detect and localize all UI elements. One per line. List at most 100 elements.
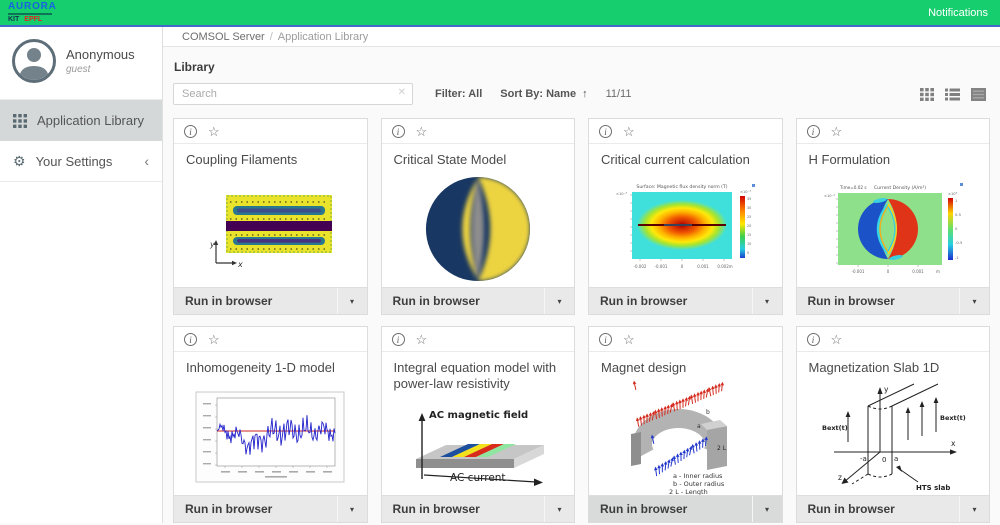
legend-line: b - Outer radius — [673, 480, 725, 488]
gear-icon: ⚙ — [13, 154, 26, 168]
app-thumbnail — [382, 171, 575, 287]
app-thumbnail: y x z -a 0 a Bext(t) Bext(t) HTS slab — [797, 379, 990, 495]
x-tick: 0.001 — [698, 264, 710, 269]
y-exponent: ×10⁻⁴ — [824, 194, 835, 198]
x-tick: 0.001 — [912, 269, 924, 274]
breadcrumb-current: Application Library — [278, 31, 369, 43]
info-icon[interactable]: i — [807, 333, 820, 346]
aurora-logo[interactable]: AURORA KIT EPFL — [8, 2, 57, 23]
info-icon[interactable]: i — [599, 125, 612, 138]
run-in-browser-button[interactable]: Run in browser ▾ — [797, 287, 990, 314]
logo-subline — [8, 13, 52, 15]
cb-tick: 5 — [747, 251, 749, 255]
clear-search-icon[interactable]: ✕ — [398, 87, 406, 98]
star-icon[interactable]: ☆ — [623, 333, 635, 346]
breadcrumb-root[interactable]: COMSOL Server — [182, 31, 265, 43]
run-in-browser-button[interactable]: Run in browser ▾ — [797, 495, 990, 522]
list-view-icon[interactable] — [945, 88, 960, 101]
mark-a: a — [697, 423, 701, 430]
cb-tick: 0 — [955, 226, 958, 231]
user-role: guest — [66, 64, 135, 75]
critical-current-thumbnail: Surface: Magnetic flux density norm (T) … — [612, 179, 758, 279]
run-options-caret[interactable]: ▾ — [959, 496, 989, 522]
run-options-caret[interactable]: ▾ — [544, 288, 574, 314]
app-card-inhomogeneity-1d-model: i ☆ Inhomogeneity 1-D model — [173, 326, 368, 523]
star-icon[interactable]: ☆ — [208, 333, 220, 346]
app-card-critical-current-calculation: i ☆ Critical current calculation — [588, 118, 783, 315]
axis-y-label: y — [209, 240, 215, 249]
app-card-integral-equation-model: i ☆ Integral equation model with power-l… — [381, 326, 576, 523]
user-block: Anonymous guest — [0, 27, 162, 100]
y-exponent: ×10⁻³ — [616, 192, 627, 196]
run-in-browser-button[interactable]: Run in browser ▾ — [174, 287, 367, 314]
chevron-left-icon[interactable]: ‹ — [144, 153, 149, 169]
integral-equation-thumbnail: AC magnetic field AC current — [402, 403, 554, 487]
star-icon[interactable]: ☆ — [416, 125, 428, 138]
legend-line: 2 L - Length — [669, 488, 708, 495]
search-input[interactable] — [173, 83, 413, 105]
axis-z-label: z — [838, 473, 842, 482]
run-options-caret[interactable]: ▾ — [752, 496, 782, 522]
info-icon[interactable]: i — [392, 333, 405, 346]
run-options-caret[interactable]: ▾ — [752, 288, 782, 314]
top-bar: AURORA KIT EPFL Notifications — [0, 0, 1000, 27]
run-options-caret[interactable]: ▾ — [544, 496, 574, 522]
run-options-caret[interactable]: ▾ — [337, 496, 367, 522]
star-icon[interactable]: ☆ — [831, 333, 843, 346]
logo-aurora-text: AURORA — [8, 2, 57, 12]
run-in-browser-button[interactable]: Run in browser ▾ — [382, 495, 575, 522]
legend-line: a - Inner radius — [673, 472, 723, 480]
axis-x-label: x — [237, 260, 243, 269]
x-tick: -0.002 — [634, 264, 647, 269]
axis-y-label: y — [884, 385, 889, 394]
grid-icon — [13, 114, 27, 128]
page-title: Library — [174, 60, 990, 74]
app-title: Coupling Filaments — [174, 144, 367, 171]
cb-tick: 15 — [747, 233, 751, 237]
sort-direction-icon[interactable]: ↑ — [582, 88, 588, 100]
hts-slab-label: HTS slab — [916, 484, 950, 492]
grid-view-icon[interactable] — [920, 88, 934, 101]
magnet-design-thumbnail: b a 2 L a - Inner radius b - Outer radiu… — [609, 379, 761, 495]
run-options-caret[interactable]: ▾ — [959, 288, 989, 314]
run-in-browser-button[interactable]: Run in browser ▾ — [174, 495, 367, 522]
notifications-button[interactable]: Notifications — [928, 7, 988, 19]
info-icon[interactable]: i — [392, 125, 405, 138]
coupling-filaments-thumbnail: y x — [204, 189, 336, 269]
app-thumbnail — [174, 379, 367, 495]
run-options-caret[interactable]: ▾ — [337, 288, 367, 314]
tick-minus-a: -a — [860, 455, 867, 463]
critical-state-model-thumbnail — [423, 174, 533, 284]
info-icon[interactable]: i — [184, 125, 197, 138]
app-title: Magnet design — [589, 352, 782, 379]
app-card-magnet-design: i ☆ Magnet design — [588, 326, 783, 523]
filter-control[interactable]: Filter: All — [435, 88, 482, 100]
sidebar-item-your-settings[interactable]: ⚙ Your Settings ‹ — [0, 141, 162, 182]
plot-title: Surface: Magnetic flux density norm (T) — [637, 184, 728, 190]
star-icon[interactable]: ☆ — [831, 125, 843, 138]
star-icon[interactable]: ☆ — [208, 125, 220, 138]
app-card-coupling-filaments: i ☆ Coupling Filaments — [173, 118, 368, 315]
star-icon[interactable]: ☆ — [416, 333, 428, 346]
info-icon[interactable]: i — [807, 125, 820, 138]
breadcrumb-separator: / — [270, 31, 273, 43]
h-formulation-thumbnail: Time=0.02 s Current Density (A/m²) ×10⁻⁴ — [820, 179, 966, 279]
inhomogeneity-thumbnail — [195, 391, 345, 483]
result-count: 11/11 — [606, 88, 632, 100]
tick-zero: 0 — [882, 456, 886, 464]
cb-tick: 10 — [747, 242, 751, 246]
info-icon[interactable]: i — [599, 333, 612, 346]
run-in-browser-button[interactable]: Run in browser ▾ — [589, 287, 782, 314]
sort-control[interactable]: Sort By: Name — [500, 88, 576, 100]
mark-b: b — [706, 409, 710, 416]
sidebar-item-application-library[interactable]: Application Library — [0, 100, 162, 141]
star-icon[interactable]: ☆ — [623, 125, 635, 138]
app-title: Magnetization Slab 1D — [797, 352, 990, 379]
sidebar-item-label: Your Settings — [36, 154, 113, 169]
detail-view-icon[interactable] — [971, 88, 986, 101]
cb-tick: 25 — [747, 215, 751, 219]
run-in-browser-button[interactable]: Run in browser ▾ — [382, 287, 575, 314]
mark-l: 2 L — [717, 445, 727, 452]
run-in-browser-button[interactable]: Run in browser ▾ — [589, 495, 782, 522]
info-icon[interactable]: i — [184, 333, 197, 346]
